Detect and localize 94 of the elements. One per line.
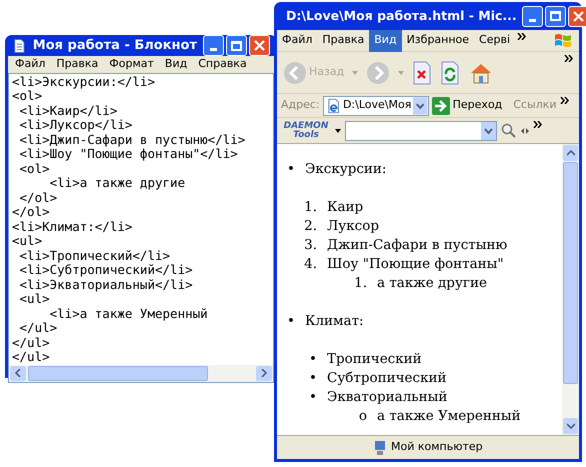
list-marker: 1. (353, 274, 368, 293)
list-item-text: Субтропический (327, 369, 447, 388)
address-field[interactable]: D:\Love\Моя (322, 96, 429, 116)
notepad-icon (12, 38, 27, 54)
dropdown-caret-icon[interactable] (413, 96, 428, 114)
list-item-text: Луксор (327, 217, 379, 236)
dash-icon (210, 48, 217, 51)
code-line: </ol> (18, 190, 58, 205)
go-button[interactable]: Переход (452, 97, 502, 114)
code-line: <li>Экваториальный</li> (18, 278, 193, 292)
menu-item[interactable]: Избранное (402, 30, 474, 52)
scroll-up-button[interactable] (563, 145, 578, 161)
scroll-thumb[interactable] (28, 366, 208, 380)
stop-icon[interactable] (412, 60, 432, 84)
double-chevron-icon[interactable] (560, 97, 569, 104)
code-line: <ol> (18, 162, 50, 176)
code-line: <li>а также другие (48, 176, 186, 190)
window-title: Моя работа - Блокнот (32, 36, 197, 55)
list-item-text: Джип-Сафари в пустыню (327, 236, 508, 255)
code-line: <ul> (18, 292, 50, 306)
code-line: <li>а также Умеренный (48, 306, 208, 321)
menu-item[interactable]: Справка (193, 56, 252, 72)
scroll-right-button[interactable] (256, 366, 272, 380)
windows-logo-icon (553, 32, 573, 50)
list-marker: • (308, 388, 318, 407)
square-icon (231, 40, 242, 50)
list-item-text: Шоу "Поющие фонтаны" (327, 255, 504, 274)
list-item-text: Тропический (327, 350, 422, 369)
list-item-text: а также другие (377, 274, 487, 293)
list-marker: 3. (303, 236, 318, 255)
list-item-text: Экваториальный (327, 388, 448, 407)
code-line: </ol> (12, 205, 50, 220)
daemon-tools-logo: DAEMON Tools (282, 122, 330, 140)
code-line: <li>Каир</li> (18, 104, 118, 118)
double-chevron-icon[interactable] (517, 33, 526, 40)
menu-item[interactable]: Вид (369, 30, 402, 52)
menu-item[interactable]: Файл (10, 56, 50, 72)
status-text: Мой компьютер (391, 439, 483, 456)
scroll-down-button[interactable] (563, 418, 578, 434)
list-item-text: Экскурсии: (305, 160, 386, 179)
code-line: <li>Джип-Сафари в пустыню</li> (18, 132, 246, 147)
list-item-text: а также Умеренный (377, 407, 521, 426)
code-line: <li>Экскурсии:</li> (12, 74, 155, 89)
close-button[interactable] (568, 6, 586, 26)
code-line: </ul> (18, 321, 58, 336)
scroll-left-button[interactable] (10, 366, 26, 380)
menu-item[interactable]: Серві (474, 30, 516, 52)
scroll-thumb[interactable] (563, 162, 578, 384)
double-chevron-icon[interactable] (564, 55, 573, 62)
code-line: <ul> (12, 234, 42, 248)
cross-icon (572, 10, 584, 22)
list-marker: o (358, 407, 368, 426)
list-item-text: Каир (327, 198, 364, 217)
maximize-button[interactable] (544, 6, 566, 26)
menu-item[interactable]: Файл (277, 30, 318, 52)
search-icon[interactable] (501, 122, 517, 138)
menu-item[interactable]: Вид (160, 56, 192, 72)
window-title: D:\Love\Моя работа.html - Mic... (286, 6, 517, 25)
code-line: <li>Шоу "Поющие фонтаны"</li> (18, 147, 238, 162)
dropdown-caret-icon[interactable] (335, 128, 341, 132)
list-marker: 2. (303, 217, 318, 236)
resize-arrows-icon[interactable] (521, 128, 529, 134)
list-marker: • (308, 350, 318, 369)
code-line: <li>Тропический</li> (18, 248, 170, 263)
code-line: <ol> (12, 89, 42, 104)
menu-item[interactable]: Правка (51, 56, 104, 72)
list-marker: 4. (303, 255, 318, 274)
code-line: </ul> (12, 350, 50, 364)
code-line: <li>Луксор</li> (18, 118, 132, 132)
refresh-icon[interactable] (440, 60, 460, 84)
minimize-button[interactable] (522, 6, 543, 26)
list-marker: • (308, 369, 318, 388)
square-icon (550, 11, 561, 21)
code-line: </ul> (12, 336, 50, 350)
code-line: <li>Климат:</li> (12, 220, 132, 234)
search-field[interactable] (345, 120, 497, 140)
minimize-button[interactable] (203, 35, 224, 56)
close-button[interactable] (249, 35, 270, 56)
list-marker: 1. (303, 198, 318, 217)
horizontal-scrollbar[interactable] (9, 364, 273, 382)
computer-icon (373, 440, 387, 456)
double-chevron-icon[interactable] (533, 121, 542, 128)
code-line: <li>Субтропический</li> (18, 263, 193, 278)
vertical-scrollbar[interactable] (562, 144, 579, 435)
web-page-icon (326, 98, 341, 114)
menu-item[interactable]: Формат (104, 56, 159, 72)
dash-icon (528, 18, 536, 22)
list-item-text: Климат: (305, 312, 364, 331)
maximize-button[interactable] (226, 35, 247, 56)
address-label: Адрес: (281, 97, 320, 114)
list-marker: • (286, 312, 296, 331)
menu-item[interactable]: Правка (317, 30, 370, 52)
cross-icon (254, 40, 265, 51)
list-marker: • (286, 160, 296, 179)
